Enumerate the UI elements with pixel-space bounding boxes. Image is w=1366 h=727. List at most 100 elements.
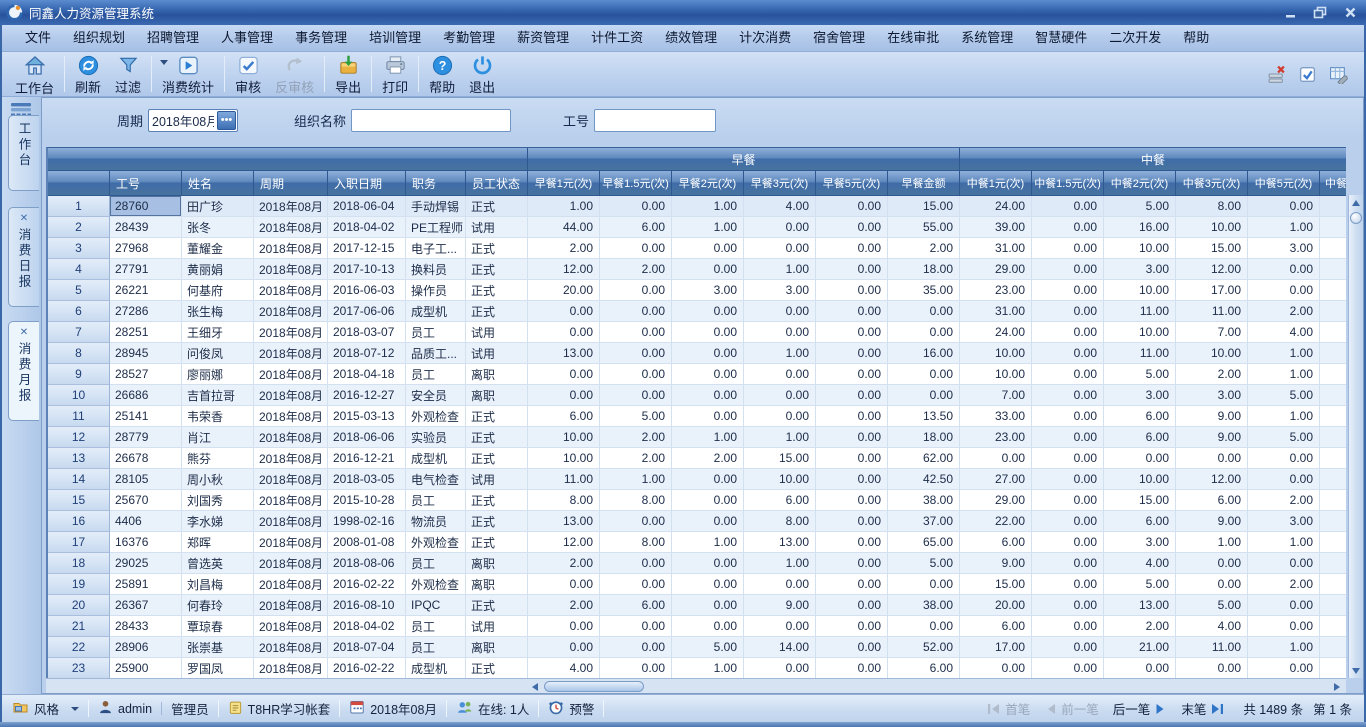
value-cell[interactable]: 15.00	[1176, 238, 1248, 259]
row-number-cell[interactable]: 2	[48, 217, 110, 238]
value-cell[interactable]: 8.00	[600, 532, 672, 553]
partial-value-cell[interactable]	[1320, 469, 1346, 490]
value-cell[interactable]: 1.00	[1248, 364, 1320, 385]
value-cell[interactable]: 0.00	[1032, 658, 1104, 678]
approve-button[interactable]: 审核	[228, 52, 268, 96]
value-cell[interactable]: 0.00	[816, 574, 888, 595]
value-cell[interactable]: 0.00	[1032, 469, 1104, 490]
menu-item-7[interactable]: 考勤管理	[432, 25, 506, 51]
value-cell[interactable]: 0.00	[816, 427, 888, 448]
value-cell[interactable]: 11.00	[1104, 301, 1176, 322]
value-cell[interactable]: 0.00	[816, 511, 888, 532]
value-cell[interactable]: 0.00	[816, 343, 888, 364]
row-number-cell[interactable]: 16	[48, 511, 110, 532]
value-cell[interactable]: 23.00	[960, 427, 1032, 448]
value-cell[interactable]: 0.00	[1176, 574, 1248, 595]
data-cell[interactable]: 试用	[466, 217, 528, 238]
value-cell[interactable]: 0.00	[1248, 280, 1320, 301]
value-cell[interactable]: 65.00	[888, 532, 960, 553]
value-cell[interactable]: 2.00	[1248, 301, 1320, 322]
data-cell[interactable]: 2018年08月	[254, 322, 328, 343]
data-cell[interactable]: 离职	[466, 553, 528, 574]
row-number-cell[interactable]: 17	[48, 532, 110, 553]
data-cell[interactable]: 27286	[110, 301, 182, 322]
scroll-up-arrow-icon[interactable]	[1349, 196, 1363, 209]
value-cell[interactable]: 0.00	[816, 364, 888, 385]
value-cell[interactable]: 2.00	[528, 595, 600, 616]
value-cell[interactable]: 0.00	[672, 595, 744, 616]
checkbox-icon[interactable]	[1298, 65, 1317, 84]
status-item-user[interactable]: admin管理员	[98, 699, 209, 718]
value-cell[interactable]: 16.00	[888, 343, 960, 364]
value-cell[interactable]: 6.00	[600, 217, 672, 238]
data-cell[interactable]: 2016-02-22	[328, 574, 406, 595]
data-cell[interactable]: 2008-01-08	[328, 532, 406, 553]
value-cell[interactable]: 20.00	[960, 595, 1032, 616]
data-cell[interactable]: 25141	[110, 406, 182, 427]
value-cell[interactable]: 33.00	[960, 406, 1032, 427]
value-cell[interactable]: 31.00	[960, 238, 1032, 259]
data-cell[interactable]: 正式	[466, 301, 528, 322]
data-cell[interactable]: 2018年08月	[254, 301, 328, 322]
sidebar-tab-2[interactable]: ✕消费日报	[8, 207, 39, 307]
value-cell[interactable]: 0.00	[1032, 217, 1104, 238]
value-cell[interactable]: 0.00	[1248, 595, 1320, 616]
value-cell[interactable]: 12.00	[528, 259, 600, 280]
value-column-header-11[interactable]: 中餐5元(次)	[1248, 171, 1320, 196]
value-cell[interactable]: 1.00	[744, 427, 816, 448]
data-cell[interactable]: 安全员	[406, 385, 466, 406]
value-cell[interactable]: 9.00	[1176, 406, 1248, 427]
value-cell[interactable]: 0.00	[1032, 364, 1104, 385]
row-number-cell[interactable]: 9	[48, 364, 110, 385]
value-cell[interactable]: 0.00	[1032, 490, 1104, 511]
help-button[interactable]: ?帮助	[422, 52, 462, 96]
data-cell[interactable]: 2018年08月	[254, 364, 328, 385]
scroll-right-arrow-icon[interactable]	[1330, 680, 1344, 693]
value-cell[interactable]: 9.00	[1176, 511, 1248, 532]
grid-delete-icon[interactable]	[1267, 65, 1286, 84]
row-number-cell[interactable]: 7	[48, 322, 110, 343]
value-cell[interactable]: 13.00	[528, 511, 600, 532]
data-cell[interactable]: 2018年08月	[254, 280, 328, 301]
data-cell[interactable]: 离职	[466, 637, 528, 658]
row-number-cell[interactable]: 19	[48, 574, 110, 595]
value-cell[interactable]: 1.00	[1248, 637, 1320, 658]
data-cell[interactable]: 2018年08月	[254, 448, 328, 469]
value-cell[interactable]: 0.00	[744, 322, 816, 343]
value-cell[interactable]: 11.00	[1176, 301, 1248, 322]
restore-button[interactable]	[1312, 6, 1328, 20]
next-record-button[interactable]: 后一笔	[1113, 699, 1168, 718]
filter-button[interactable]: 过滤	[108, 52, 148, 96]
column-header-4[interactable]: 入职日期	[328, 171, 406, 196]
value-cell[interactable]: 0.00	[672, 259, 744, 280]
data-cell[interactable]: 2016-12-27	[328, 385, 406, 406]
data-cell[interactable]: 2018年08月	[254, 385, 328, 406]
value-cell[interactable]: 0.00	[600, 364, 672, 385]
value-cell[interactable]: 6.00	[744, 490, 816, 511]
value-cell[interactable]: 39.00	[960, 217, 1032, 238]
data-cell[interactable]: 成型机	[406, 448, 466, 469]
data-cell[interactable]: 何春玲	[182, 595, 254, 616]
value-cell[interactable]: 0.00	[816, 553, 888, 574]
data-cell[interactable]: 2018-07-12	[328, 343, 406, 364]
period-ellipsis-button[interactable]: •••	[217, 111, 236, 130]
menu-item-12[interactable]: 宿舍管理	[802, 25, 876, 51]
value-cell[interactable]: 0.00	[744, 574, 816, 595]
partial-value-cell[interactable]	[1320, 322, 1346, 343]
value-cell[interactable]: 0.00	[816, 448, 888, 469]
tab-close-icon[interactable]: ✕	[20, 328, 28, 338]
value-cell[interactable]: 0.00	[1032, 322, 1104, 343]
data-cell[interactable]: 2018-06-04	[328, 196, 406, 217]
value-cell[interactable]: 1.00	[672, 196, 744, 217]
value-cell[interactable]: 0.00	[528, 322, 600, 343]
data-cell[interactable]: 16376	[110, 532, 182, 553]
partial-value-cell[interactable]	[1320, 553, 1346, 574]
data-cell[interactable]: 正式	[466, 427, 528, 448]
value-cell[interactable]: 62.00	[888, 448, 960, 469]
value-column-header-8[interactable]: 中餐1.5元(次)	[1032, 171, 1104, 196]
value-cell[interactable]: 6.00	[528, 406, 600, 427]
data-cell[interactable]: 2018-03-07	[328, 322, 406, 343]
value-cell[interactable]: 31.00	[960, 301, 1032, 322]
value-cell[interactable]: 37.00	[888, 511, 960, 532]
row-number-cell[interactable]: 12	[48, 427, 110, 448]
